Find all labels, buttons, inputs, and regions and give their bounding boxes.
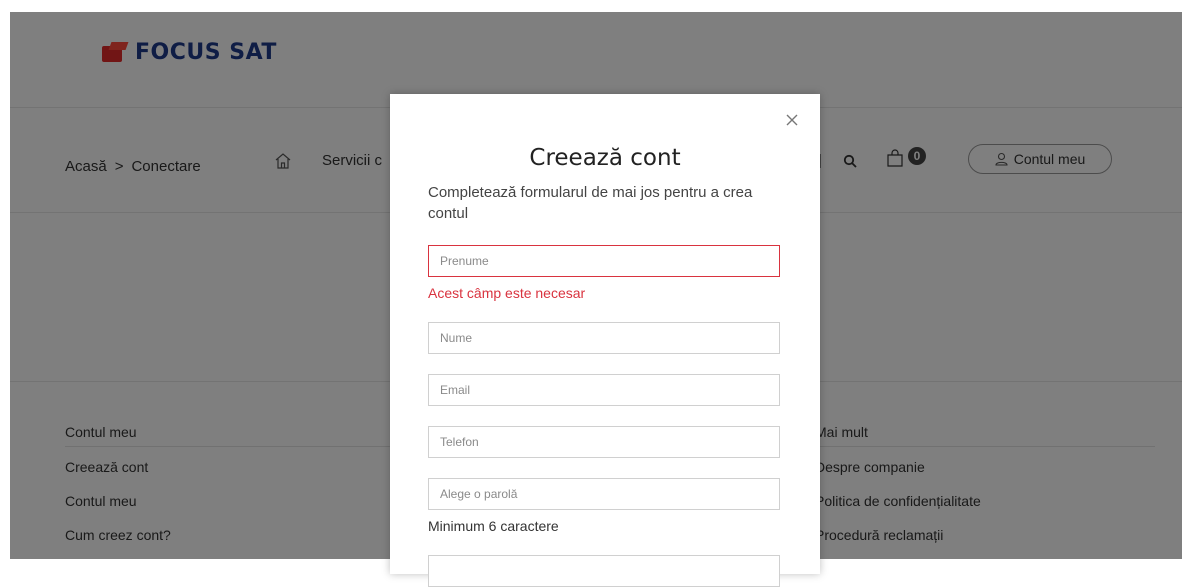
email-input[interactable] bbox=[428, 374, 780, 406]
phone-input[interactable] bbox=[428, 426, 780, 458]
modal-title: Creează cont bbox=[529, 145, 681, 171]
modal-subtitle: Completează formularul de mai jos pentru… bbox=[428, 184, 753, 222]
first-name-input[interactable] bbox=[428, 245, 780, 277]
create-account-modal: Creează cont Completează formularul de m… bbox=[390, 94, 820, 587]
next-field-input[interactable] bbox=[428, 555, 780, 587]
close-icon[interactable] bbox=[784, 112, 800, 128]
first-name-error: Acest câmp este necesar bbox=[428, 285, 586, 301]
password-input[interactable] bbox=[428, 478, 780, 510]
last-name-input[interactable] bbox=[428, 322, 780, 354]
password-hint: Minimum 6 caractere bbox=[428, 518, 559, 534]
